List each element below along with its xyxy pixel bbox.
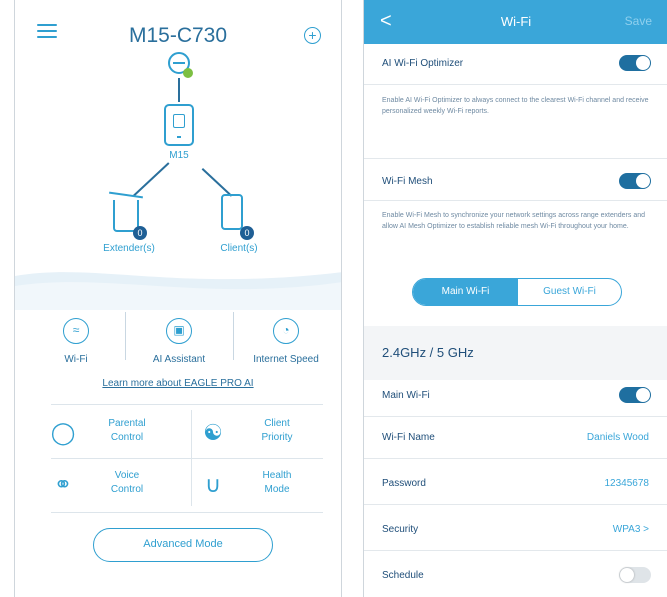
divider	[364, 550, 667, 551]
band-section-title: 2.4GHz / 5 GHz	[382, 345, 474, 360]
internet-speed-label: Internet Speed	[253, 354, 319, 365]
toggle-knob	[636, 174, 650, 188]
tab-guest-wifi[interactable]: Guest Wi-Fi	[518, 279, 621, 305]
wifi-settings-screen: < Wi-Fi Save AI Wi-Fi Optimizer Enable A…	[363, 0, 667, 597]
client-label[interactable]: Client(s)	[217, 243, 261, 254]
add-icon[interactable]: +	[304, 27, 321, 44]
router-label: M15	[169, 150, 189, 161]
divider	[125, 312, 126, 360]
advanced-mode-button[interactable]: Advanced Mode	[93, 528, 273, 562]
internet-speed-function[interactable]: ◔ Internet Speed	[241, 318, 331, 365]
voice-control-tile[interactable]: ⚭ Voice Control	[43, 462, 171, 508]
wifi-mesh-description: Enable Wi-Fi Mesh to synchronize your ne…	[382, 212, 646, 230]
home-screen: M15-C730 + M15 0 Extender(s) 0 Client(s)…	[14, 0, 342, 597]
divider	[364, 158, 667, 159]
connection-line-client	[201, 168, 233, 197]
health-mode-label: Health Mode	[262, 470, 292, 495]
tab-main-wifi[interactable]: Main Wi-Fi	[413, 279, 518, 305]
security-label: Security	[382, 524, 419, 535]
parental-control-tile[interactable]: ◯ Parental Control	[43, 410, 171, 456]
extender-count-badge: 0	[133, 226, 147, 240]
wifi-icon: ≈	[63, 318, 89, 344]
connection-line	[178, 78, 180, 102]
client-priority-icon: ☯	[203, 420, 223, 445]
wifi-function[interactable]: ≈ Wi-Fi	[31, 318, 121, 365]
parental-control-label: Parental Control	[108, 418, 146, 443]
divider	[364, 416, 667, 417]
wifi-function-label: Wi-Fi	[64, 354, 88, 365]
ai-assistant-icon: ▣	[166, 318, 192, 344]
shield-icon: ◯	[50, 420, 76, 445]
client-priority-label: Client Priority	[261, 418, 293, 443]
divider	[364, 504, 667, 505]
ai-assistant-function[interactable]: ▣ AI Assistant	[134, 318, 224, 365]
wifi-name-label: Wi-Fi Name	[382, 432, 435, 443]
main-wifi-toggle[interactable]	[619, 387, 651, 403]
internet-status-dot	[183, 68, 193, 78]
divider	[364, 200, 667, 201]
microphone-icon: ⚭	[53, 472, 73, 497]
divider	[51, 512, 323, 513]
stethoscope-icon: ∪	[204, 472, 222, 497]
schedule-toggle[interactable]	[619, 567, 651, 583]
wifi-type-segmented-control: Main Wi-Fi Guest Wi-Fi	[412, 278, 622, 306]
divider	[191, 410, 192, 506]
toggle-knob	[620, 568, 634, 582]
main-wifi-label: Main Wi-Fi	[382, 390, 430, 401]
divider	[51, 458, 323, 459]
divider	[233, 312, 234, 360]
client-priority-tile[interactable]: ☯ Client Priority	[193, 410, 321, 456]
extender-label[interactable]: Extender(s)	[95, 243, 163, 254]
security-value[interactable]: WPA3 >	[613, 524, 649, 535]
learn-more-link[interactable]: Learn more about EAGLE PRO AI	[15, 378, 341, 389]
client-count-badge: 0	[240, 226, 254, 240]
device-title: M15-C730	[128, 24, 228, 47]
toggle-knob	[636, 388, 650, 402]
divider	[364, 84, 667, 85]
schedule-label: Schedule	[382, 570, 424, 581]
toggle-knob	[636, 56, 650, 70]
connection-line-extender	[133, 162, 170, 197]
wifi-mesh-label: Wi-Fi Mesh	[382, 176, 433, 187]
divider	[51, 404, 323, 405]
wifi-name-value[interactable]: Daniels Wood	[587, 432, 649, 443]
page-title: Wi-Fi	[500, 14, 532, 29]
ai-optimizer-toggle[interactable]	[619, 55, 651, 71]
password-value[interactable]: 12345678	[605, 478, 650, 489]
speedometer-icon: ◔	[273, 318, 299, 344]
ai-optimizer-description: Enable AI Wi-Fi Optimizer to always conn…	[382, 97, 649, 115]
voice-control-label: Voice Control	[110, 470, 144, 495]
password-label: Password	[382, 478, 426, 489]
client-device-icon[interactable]	[221, 194, 243, 230]
ai-optimizer-label: AI Wi-Fi Optimizer	[382, 58, 464, 69]
ai-assistant-label: AI Assistant	[152, 354, 206, 365]
decorative-wave	[15, 272, 341, 310]
header-bar: < Wi-Fi Save	[364, 0, 667, 44]
divider	[364, 458, 667, 459]
health-mode-tile[interactable]: ∪ Health Mode	[193, 462, 321, 508]
wifi-mesh-toggle[interactable]	[619, 173, 651, 189]
router-icon[interactable]	[164, 104, 194, 146]
save-button[interactable]: Save	[625, 14, 652, 28]
